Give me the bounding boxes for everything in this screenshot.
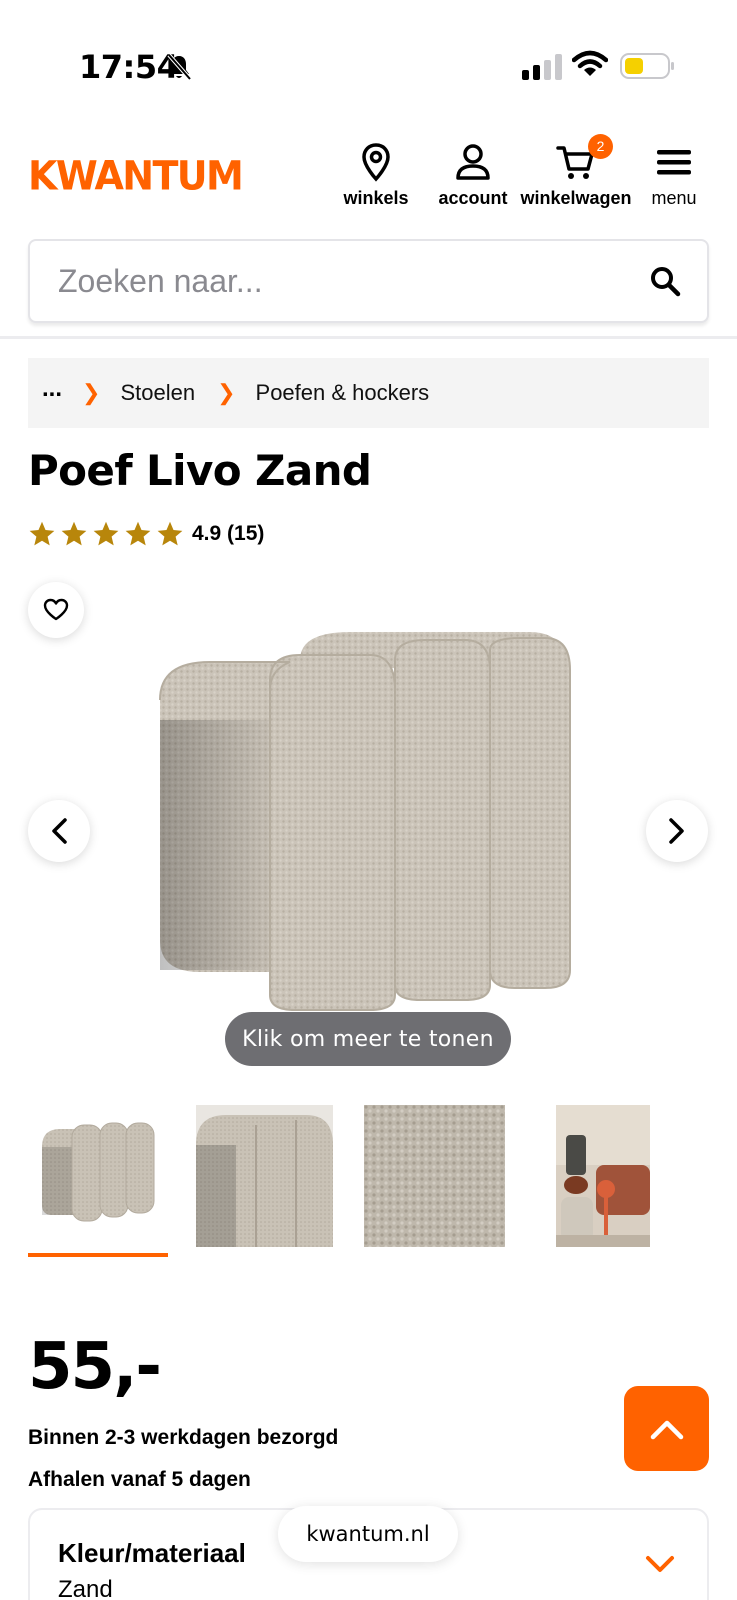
wifi-icon [572,50,608,76]
thumbnail-2[interactable] [196,1105,333,1247]
product-gallery: Klik om meer te tonen [0,570,737,1070]
nav-cart-label: winkelwagen [520,188,632,208]
gallery-prev-button[interactable] [28,800,90,862]
hamburger-menu-icon [657,150,691,175]
nav-account[interactable]: account [423,140,523,209]
chevron-up-icon [650,1420,683,1439]
star-icon [125,521,151,546]
active-thumbnail-indicator [28,1253,168,1257]
breadcrumb: ... ❯ Stoelen ❯ Poefen & hockers [28,358,709,428]
status-time: 17:54 [79,48,179,86]
heart-icon [43,598,69,621]
search-box [28,239,709,323]
show-more-button[interactable]: Klik om meer te tonen [225,1012,511,1066]
thumbnail-4[interactable] [556,1105,650,1247]
product-image[interactable] [150,610,590,1030]
product-rating[interactable]: 4.9 (15) [28,520,264,548]
option-label: Kleur/materiaal [58,1538,246,1568]
thumbnail-strip [0,1105,737,1260]
option-value: Zand [58,1576,113,1600]
chevron-down-icon [646,1556,674,1572]
breadcrumb-chevron-icon: ❯ [82,380,101,405]
scroll-to-top-button[interactable] [624,1386,709,1471]
breadcrumb-item-poefen[interactable]: Poefen & hockers [256,380,430,406]
star-icon [61,521,87,546]
breadcrumb-chevron-icon: ❯ [217,380,236,405]
battery-icon [620,53,674,79]
nav-stores-label: winkels [343,188,409,208]
status-bar: 17:54 [0,0,737,110]
search-input[interactable] [58,241,618,321]
breadcrumb-item-stoelen[interactable]: Stoelen [120,380,195,406]
star-icon [93,521,119,546]
chevron-left-icon [52,818,67,844]
star-icon [157,521,183,546]
nav-stores[interactable]: winkels [340,140,412,209]
header-divider [0,336,737,339]
delivery-info: Binnen 2-3 werkdagen bezorgd [28,1426,339,1449]
product-title: Poef Livo Zand [28,446,372,495]
site-header: KWANTUM winkels account 2 winkelwagen me… [0,120,737,220]
breadcrumb-ellipsis[interactable]: ... [42,375,62,403]
star-icon [29,521,55,546]
nav-account-label: account [438,188,508,208]
browser-url-bar[interactable]: kwantum.nl [278,1506,458,1562]
search-icon[interactable] [649,265,681,297]
thumbnail-1[interactable] [38,1117,160,1227]
gallery-next-button[interactable] [646,800,708,862]
thumbnail-3[interactable] [364,1105,505,1247]
nav-menu[interactable]: menu [644,140,704,209]
bell-slash-icon [167,53,192,81]
product-price: 55,- [28,1330,162,1404]
pickup-info: Afhalen vanaf 5 dagen [28,1468,251,1491]
signal-icon [522,54,562,80]
kwantum-logo[interactable]: KWANTUM [28,153,244,199]
chevron-right-icon [669,818,684,844]
favorite-button[interactable] [28,582,84,638]
map-pin-icon [362,143,390,182]
user-icon [456,144,490,180]
nav-menu-label: menu [651,188,697,208]
rating-score: 4.9 (15) [192,522,265,545]
nav-cart[interactable]: 2 winkelwagen [514,134,638,209]
cart-count-badge: 2 [588,134,613,159]
